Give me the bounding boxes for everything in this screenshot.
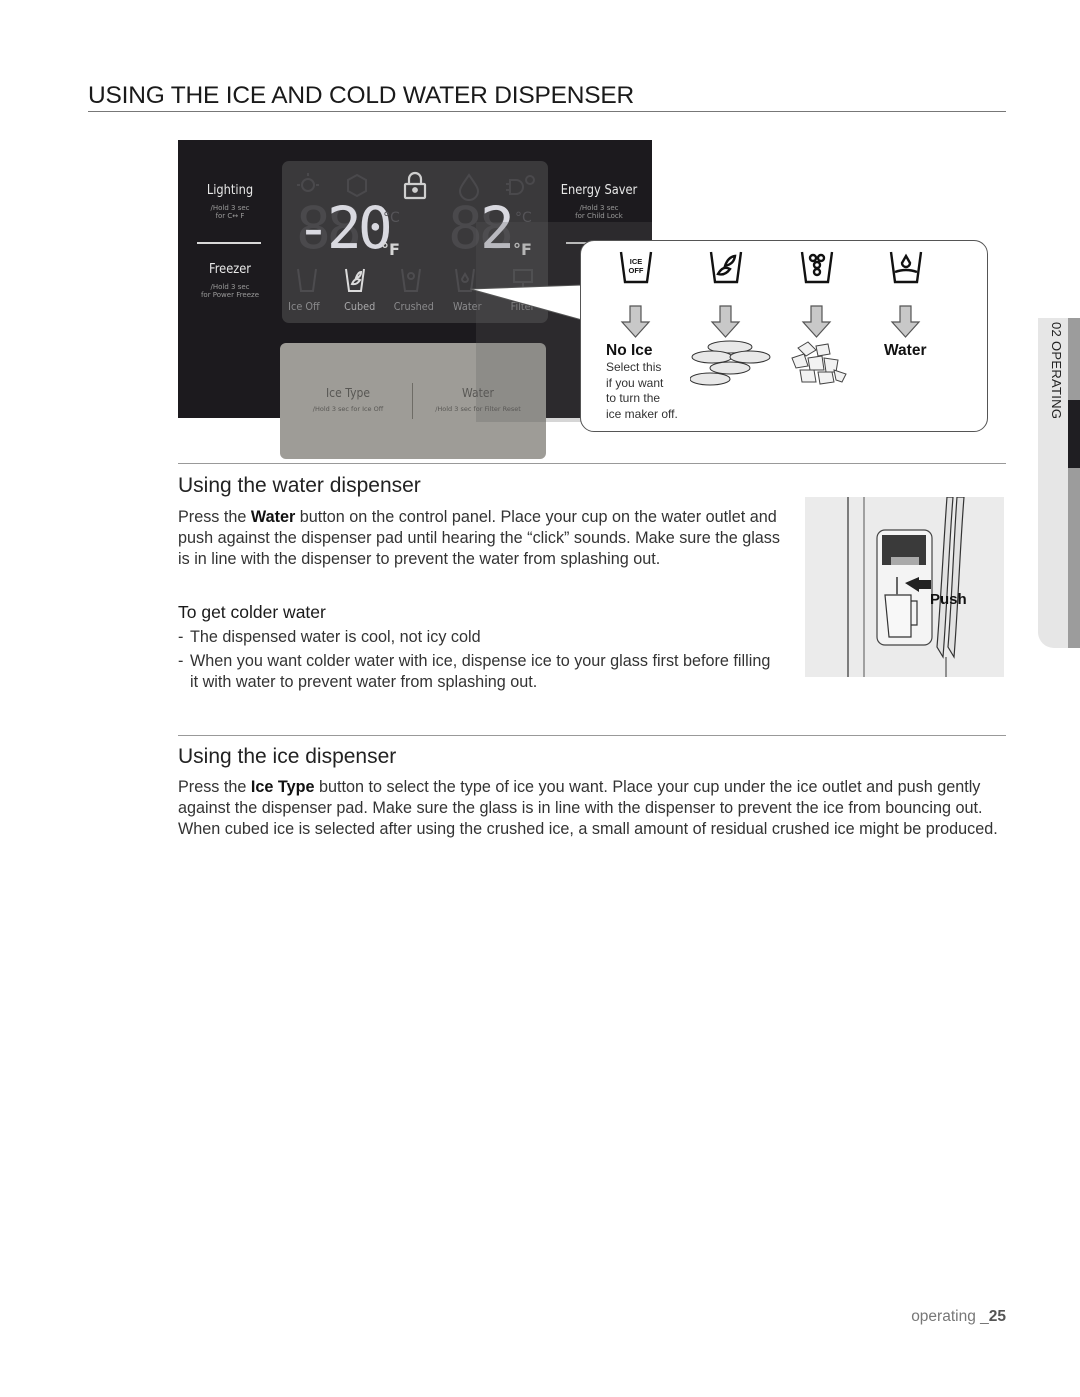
ice-type-button-label: Ice Type [325, 386, 371, 400]
arrow-down-icon [890, 305, 921, 338]
freezer-temp-display: -20 [296, 194, 393, 262]
water-section-heading: Using the water dispenser [178, 474, 421, 497]
page-footer: operating _25 [880, 1308, 1006, 1326]
text-run: Press the [178, 778, 251, 796]
energy-saver-hold-text: /Hold 3 sec [579, 204, 619, 212]
push-label: Push [930, 591, 967, 608]
ice-off-cup-icon [297, 268, 317, 292]
colder-water-subheading: To get colder water [178, 602, 326, 622]
side-tab-marker [1068, 400, 1080, 468]
mode-label-cubed: Cubed [344, 300, 376, 313]
colder-water-list: - The dispensed water is cool, not icy co… [178, 627, 778, 693]
ice-off-text-2: OFF [629, 266, 644, 275]
lock-icon [403, 171, 427, 200]
footer-section: operating _ [911, 1308, 989, 1325]
list-item-text: The dispensed water is cool, not icy col… [190, 628, 481, 646]
title-divider [88, 111, 1006, 112]
fridge-dispenser-drawing [847, 497, 965, 677]
ice-section-heading: Using the ice dispenser [178, 745, 397, 768]
power-freeze-icon [347, 173, 367, 198]
freezer-hold-text-2: for Power Freeze [200, 291, 260, 299]
no-ice-desc-line: to turn the [606, 391, 661, 405]
arrow-down-icon [801, 305, 832, 338]
water-cup-icon [889, 251, 923, 284]
no-ice-label: No Ice [606, 342, 653, 359]
callout-arrows [620, 305, 921, 338]
freezer-celsius-unit: °C [383, 210, 400, 226]
freezer-hold-text: /Hold 3 sec [210, 283, 250, 291]
panel-divider [197, 242, 261, 244]
energy-saver-hold-text-2: for Child Lock [575, 212, 623, 220]
page-title: USING THE ICE AND COLD WATER DISPENSER [88, 82, 635, 109]
list-item: - The dispensed water is cool, not icy co… [178, 628, 481, 646]
ice-section-paragraph: Press the Ice Type button to select the … [178, 777, 1008, 840]
mode-label-crushed: Crushed [393, 300, 434, 313]
ice-off-text-1: ICE [630, 257, 643, 266]
crushed-ice-image [791, 341, 847, 385]
water-label: Water [884, 342, 927, 359]
ice-type-hold-text: /Hold 3 sec for Ice Off [312, 405, 384, 413]
lighting-hold-text-2: for C↔ F [215, 212, 245, 220]
arrow-down-icon [620, 305, 651, 338]
lighting-icon [297, 173, 319, 192]
section-divider [178, 463, 1006, 464]
crushed-ice-cup-icon [800, 251, 834, 284]
crushed-ice-cup-icon [401, 268, 421, 292]
page-number: 25 [988, 1308, 1006, 1325]
callout-cup-icons: ICE OFF [619, 251, 923, 284]
list-item: - When you want colder water with ice, di… [178, 651, 778, 693]
mode-label-ice-off: Ice Off [288, 300, 320, 313]
list-item-text: When you want colder water with ice, dis… [190, 652, 771, 691]
section-divider [178, 735, 1006, 736]
water-button-ref: Water [250, 508, 296, 526]
no-ice-desc-line: ice maker off. [606, 406, 678, 421]
cubed-ice-cup-icon [709, 251, 743, 284]
ice-cubes-image [690, 340, 771, 386]
water-section-paragraph: Press the Water button on the control pa… [178, 507, 793, 570]
energy-saver-icon [506, 175, 535, 195]
freezer-button-label: Freezer [208, 262, 252, 277]
ice-type-button-ref: Ice Type [250, 778, 315, 796]
side-tab-edge [1068, 318, 1080, 648]
callout-pointer [470, 284, 583, 321]
text-run: Press the [178, 508, 251, 526]
lighting-button-label: Lighting [206, 183, 254, 198]
freezer-fahrenheit-unit: °F [381, 240, 400, 259]
cubed-ice-cup-icon [345, 268, 365, 292]
lighting-hold-text: /Hold 3 sec [210, 204, 250, 212]
arrow-down-icon [710, 305, 741, 338]
pad-divider [412, 383, 413, 419]
chapter-label: 02 OPERATING [1049, 322, 1064, 420]
energy-saver-button-label: Energy Saver [560, 183, 638, 198]
